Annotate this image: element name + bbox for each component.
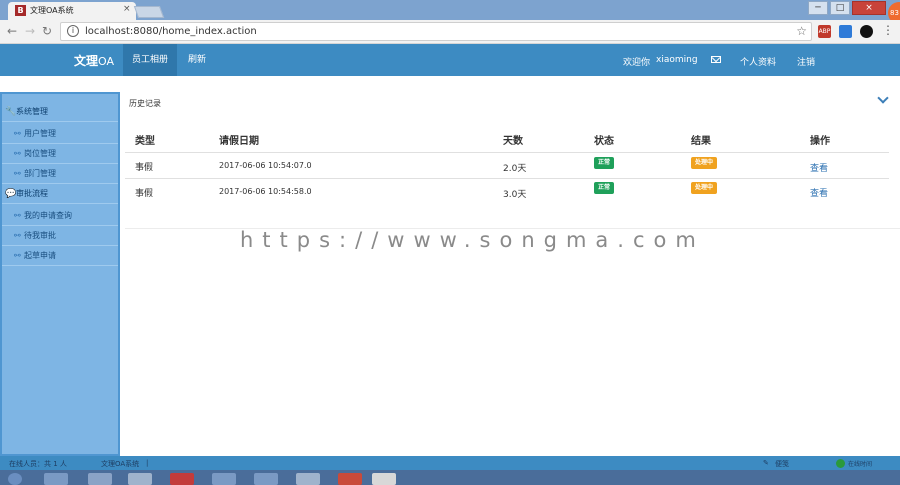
row-2-status-badge: 正常	[594, 182, 615, 194]
sidebar-item-departments[interactable]: ⚯ 部门管理	[2, 164, 118, 184]
chevron-down-icon[interactable]	[877, 92, 889, 104]
menu-item-album[interactable]: 员工相册	[123, 44, 178, 76]
sidebar-group-label: 系统管理	[16, 107, 48, 116]
sidebar-item-draft-request[interactable]: ⚯ 起草申请	[2, 246, 118, 266]
column-header-result: 结果	[691, 136, 711, 147]
sidebar-item-label: 起草申请	[24, 251, 56, 260]
row-2-type: 事假	[135, 189, 154, 199]
row-1-type: 事假	[135, 163, 154, 173]
column-header-days: 天数	[503, 136, 523, 147]
row-2-result-badge: 处理中	[691, 182, 718, 194]
sidebar-group-label: 审批流程	[16, 189, 48, 198]
maximize-button[interactable]: □	[830, 1, 850, 15]
taskbar-app-7[interactable]	[296, 473, 320, 485]
chrome-menu-icon[interactable]: ⋮	[882, 23, 894, 37]
watermark-text: https://www.songma.com	[240, 228, 705, 252]
sidebar-item-label: 岗位管理	[24, 149, 56, 158]
link-icon: ⚯	[14, 251, 21, 260]
column-header-date: 请假日期	[219, 136, 259, 147]
brand-suffix: OA	[98, 55, 115, 68]
section-title: 历史记录	[129, 99, 161, 108]
new-tab-button[interactable]	[133, 6, 165, 18]
sidebar-item-pending-approval[interactable]: ⚯ 待我审批	[2, 226, 118, 246]
back-icon[interactable]: ←	[7, 24, 17, 38]
chat-icon: 💬	[5, 189, 17, 199]
menu-item-refresh[interactable]: 刷新	[179, 44, 215, 76]
column-header-status: 状态	[594, 136, 614, 147]
row-1-status-badge: 正常	[594, 157, 615, 169]
sidebar-item-users[interactable]: ⚯ 用户管理	[2, 124, 118, 144]
taskbar-app-1[interactable]	[44, 473, 68, 485]
taskbar-app-6[interactable]	[254, 473, 278, 485]
extension-blue-icon[interactable]	[839, 25, 852, 38]
row-2-days: 3.0天	[503, 190, 527, 200]
online-timer-button[interactable]: 在线时间	[848, 459, 872, 468]
address-bar[interactable]: i localhost:8080/home_index.action ☆	[60, 22, 812, 41]
link-icon: ⚯	[14, 129, 21, 138]
welcome-text: 欢迎你	[623, 58, 651, 68]
app-statusbar: 在线人员：共 1 人 文理OA系统 | ✎ 便笺 在线时间	[0, 456, 900, 470]
taskbar-app-8[interactable]	[338, 473, 362, 485]
taskbar-app-2[interactable]	[88, 473, 112, 485]
system-name-text: 文理OA系统	[101, 460, 140, 468]
sidebar-item-my-requests[interactable]: ⚯ 我的申请查询	[2, 206, 118, 226]
logout-link[interactable]: 注销	[797, 55, 815, 68]
tab-favicon-icon: B	[15, 5, 26, 16]
online-users-text: 在线人员：共 1 人	[9, 460, 67, 468]
taskbar-app-4[interactable]	[170, 473, 194, 485]
browser-tab[interactable]: B 文理OA系统 ×	[8, 2, 136, 20]
profile-link[interactable]: 个人资料	[740, 55, 776, 68]
row-2-date: 2017-06-06 10:54:58.0	[219, 187, 312, 196]
online-timer-icon	[836, 459, 845, 468]
status-separator: |	[146, 459, 149, 467]
table-divider	[125, 178, 889, 179]
row-1-view-link[interactable]: 查看	[810, 161, 828, 174]
extension-dark-icon[interactable]	[860, 25, 873, 38]
taskbar-app-5[interactable]	[212, 473, 236, 485]
sidebar-item-label: 我的申请查询	[24, 211, 72, 220]
forward-icon[interactable]: →	[25, 24, 35, 38]
adblock-icon[interactable]: ABP	[818, 25, 831, 38]
mail-icon[interactable]	[711, 56, 721, 63]
app-header: 文理OA 员工相册 刷新 欢迎你 xiaoming 个人资料 注销	[0, 44, 900, 76]
link-icon: ⚯	[14, 169, 21, 178]
row-1-days: 2.0天	[503, 164, 527, 174]
row-2-view-link[interactable]: 查看	[810, 186, 828, 199]
sidebar-item-posts[interactable]: ⚯ 岗位管理	[2, 144, 118, 164]
table-divider	[125, 152, 889, 153]
taskbar-app-9[interactable]	[372, 473, 396, 485]
brand-main: 文理	[74, 54, 99, 68]
column-header-type: 类型	[135, 136, 155, 147]
wrench-icon: 🔧	[5, 107, 17, 117]
brand-logo[interactable]: 文理OA	[74, 52, 114, 69]
column-header-action: 操作	[810, 136, 830, 147]
browser-titlebar: B 文理OA系统 × ─ □ × 83	[0, 0, 900, 24]
sidebar-item-label: 用户管理	[24, 129, 56, 138]
sidebar: 🔧 系统管理 ⚯ 用户管理 ⚯ 岗位管理 ⚯ 部门管理 💬 审批流程 ⚯ 我的申…	[0, 92, 120, 456]
row-1-date: 2017-06-06 10:54:07.0	[219, 161, 312, 170]
tab-title: 文理OA系统	[30, 6, 74, 15]
close-window-button[interactable]: ×	[852, 1, 886, 15]
sidebar-item-label: 待我审批	[24, 231, 56, 240]
username[interactable]: xiaoming	[656, 55, 698, 65]
minimize-button[interactable]: ─	[808, 1, 828, 15]
tab-close-icon[interactable]: ×	[123, 4, 131, 14]
site-info-icon[interactable]: i	[67, 25, 79, 37]
os-taskbar	[0, 470, 900, 485]
notes-icon[interactable]: ✎	[763, 459, 769, 467]
taskbar-app-3[interactable]	[128, 473, 152, 485]
sidebar-group-approval[interactable]: 💬 审批流程	[2, 184, 118, 204]
bookmark-star-icon[interactable]: ☆	[796, 24, 807, 38]
link-icon: ⚯	[14, 211, 21, 220]
link-icon: ⚯	[14, 149, 21, 158]
link-icon: ⚯	[14, 231, 21, 240]
row-1-result-badge: 处理中	[691, 157, 718, 169]
reload-icon[interactable]: ↻	[42, 24, 52, 38]
notes-button[interactable]: 便笺	[775, 459, 789, 469]
url-text[interactable]: localhost:8080/home_index.action	[85, 26, 257, 37]
browser-toolbar: ← → ↻ i localhost:8080/home_index.action…	[0, 20, 900, 44]
start-button[interactable]	[8, 473, 22, 485]
sidebar-item-label: 部门管理	[24, 169, 56, 178]
sidebar-group-system[interactable]: 🔧 系统管理	[2, 102, 118, 122]
